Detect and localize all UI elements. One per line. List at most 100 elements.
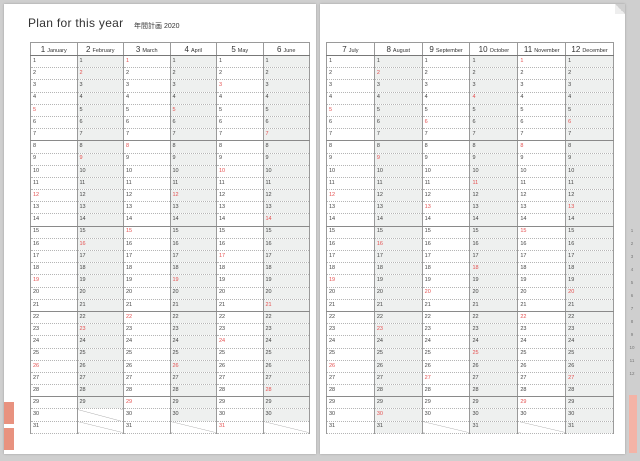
day-cell[interactable]: 26 — [469, 360, 519, 373]
day-cell[interactable]: 4 — [262, 92, 310, 105]
day-cell[interactable]: 10 — [469, 165, 519, 178]
day-cell[interactable]: 22 — [469, 311, 519, 325]
day-cell[interactable]: 29 — [421, 396, 471, 410]
sidebar-month-mark[interactable]: 2 — [631, 241, 634, 246]
empty-cell[interactable] — [76, 421, 124, 434]
day-cell[interactable]: 18 — [373, 262, 423, 276]
day-cell[interactable]: 23 — [169, 323, 217, 337]
day-cell[interactable]: 23 — [517, 323, 567, 337]
day-cell[interactable]: 31 — [30, 421, 78, 434]
day-cell[interactable]: 12 — [565, 189, 614, 203]
day-cell[interactable]: 19 — [169, 274, 217, 288]
day-cell[interactable]: 6 — [421, 116, 471, 130]
day-cell[interactable]: 6 — [326, 116, 375, 130]
day-cell[interactable]: 15 — [565, 226, 614, 239]
day-cell[interactable]: 15 — [216, 226, 264, 239]
day-cell[interactable]: 20 — [76, 287, 124, 300]
sidebar-month-mark[interactable]: 10 — [629, 345, 634, 350]
day-cell[interactable]: 27 — [216, 372, 264, 386]
day-cell[interactable]: 29 — [517, 396, 567, 410]
day-cell[interactable]: 12 — [326, 189, 375, 203]
day-cell[interactable]: 13 — [565, 201, 614, 215]
day-cell[interactable]: 8 — [517, 140, 567, 154]
day-cell[interactable]: 23 — [76, 323, 124, 337]
day-cell[interactable]: 23 — [262, 323, 310, 337]
day-cell[interactable]: 29 — [262, 396, 310, 410]
day-cell[interactable]: 26 — [326, 360, 375, 373]
day-cell[interactable]: 7 — [216, 128, 264, 142]
day-cell[interactable]: 17 — [216, 250, 264, 264]
day-cell[interactable]: 21 — [216, 299, 264, 312]
day-cell[interactable]: 5 — [30, 104, 78, 117]
day-cell[interactable]: 6 — [123, 116, 171, 130]
day-cell[interactable]: 31 — [565, 421, 614, 434]
day-cell[interactable]: 23 — [373, 323, 423, 337]
day-cell[interactable]: 26 — [216, 360, 264, 373]
day-cell[interactable]: 25 — [216, 348, 264, 361]
day-cell[interactable]: 30 — [216, 408, 264, 422]
day-cell[interactable]: 5 — [421, 104, 471, 117]
day-cell[interactable]: 13 — [421, 201, 471, 215]
day-cell[interactable]: 21 — [30, 299, 78, 312]
day-cell[interactable]: 11 — [169, 177, 217, 191]
day-cell[interactable]: 26 — [517, 360, 567, 373]
day-cell[interactable]: 14 — [326, 213, 375, 227]
day-cell[interactable]: 21 — [123, 299, 171, 312]
day-cell[interactable]: 7 — [30, 128, 78, 142]
day-cell[interactable]: 27 — [517, 372, 567, 386]
day-cell[interactable]: 18 — [326, 262, 375, 276]
day-cell[interactable]: 9 — [262, 153, 310, 166]
day-cell[interactable]: 22 — [517, 311, 567, 325]
sidebar-month-mark[interactable]: 11 — [630, 358, 635, 363]
day-cell[interactable]: 11 — [373, 177, 423, 191]
sidebar-month-mark[interactable]: 6 — [631, 293, 634, 298]
day-cell[interactable]: 22 — [169, 311, 217, 325]
day-cell[interactable]: 22 — [216, 311, 264, 325]
day-cell[interactable]: 29 — [373, 396, 423, 410]
day-cell[interactable]: 12 — [421, 189, 471, 203]
empty-cell[interactable] — [262, 421, 310, 434]
day-cell[interactable]: 4 — [421, 92, 471, 105]
day-cell[interactable]: 8 — [169, 140, 217, 154]
day-cell[interactable]: 28 — [421, 384, 471, 398]
day-cell[interactable]: 16 — [517, 238, 567, 252]
day-cell[interactable]: 21 — [421, 299, 471, 312]
day-cell[interactable]: 1 — [76, 55, 124, 69]
day-cell[interactable]: 9 — [169, 153, 217, 166]
day-cell[interactable]: 5 — [216, 104, 264, 117]
day-cell[interactable]: 15 — [469, 226, 519, 239]
day-cell[interactable]: 8 — [373, 140, 423, 154]
day-cell[interactable]: 7 — [373, 128, 423, 142]
day-cell[interactable]: 15 — [517, 226, 567, 239]
day-cell[interactable]: 22 — [326, 311, 375, 325]
day-cell[interactable]: 8 — [123, 140, 171, 154]
day-cell[interactable]: 12 — [469, 189, 519, 203]
day-cell[interactable]: 5 — [169, 104, 217, 117]
day-cell[interactable]: 20 — [262, 287, 310, 300]
day-cell[interactable]: 3 — [326, 79, 375, 93]
empty-cell[interactable] — [76, 408, 124, 422]
day-cell[interactable]: 29 — [469, 396, 519, 410]
day-cell[interactable]: 11 — [30, 177, 78, 191]
day-cell[interactable]: 17 — [76, 250, 124, 264]
day-cell[interactable]: 19 — [216, 274, 264, 288]
day-cell[interactable]: 18 — [76, 262, 124, 276]
day-cell[interactable]: 6 — [216, 116, 264, 130]
day-cell[interactable]: 11 — [469, 177, 519, 191]
day-cell[interactable]: 2 — [565, 67, 614, 81]
day-cell[interactable]: 9 — [123, 153, 171, 166]
day-cell[interactable]: 22 — [76, 311, 124, 325]
day-cell[interactable]: 2 — [169, 67, 217, 81]
day-cell[interactable]: 13 — [373, 201, 423, 215]
day-cell[interactable]: 28 — [469, 384, 519, 398]
day-cell[interactable]: 5 — [469, 104, 519, 117]
day-cell[interactable]: 30 — [469, 408, 519, 422]
day-cell[interactable]: 11 — [216, 177, 264, 191]
day-cell[interactable]: 22 — [123, 311, 171, 325]
day-cell[interactable]: 25 — [517, 348, 567, 361]
day-cell[interactable]: 23 — [326, 323, 375, 337]
day-cell[interactable]: 9 — [421, 153, 471, 166]
day-cell[interactable]: 26 — [123, 360, 171, 373]
day-cell[interactable]: 4 — [373, 92, 423, 105]
day-cell[interactable]: 13 — [326, 201, 375, 215]
